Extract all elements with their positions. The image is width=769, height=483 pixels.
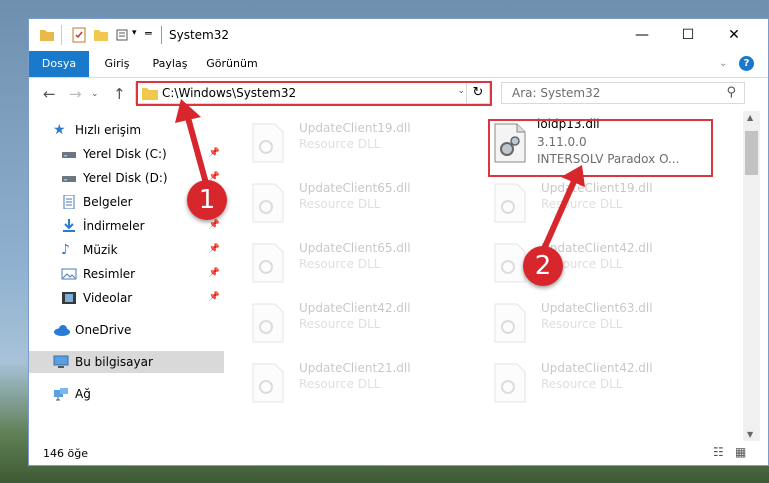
step-2-badge: 2 <box>523 246 563 286</box>
explorer-window: ▾ ═ System32 — ☐ ✕ Dosya Giriş Paylaş Gö… <box>28 18 769 466</box>
annotation-arrows <box>175 99 585 251</box>
step-1-badge: 1 <box>187 180 227 220</box>
